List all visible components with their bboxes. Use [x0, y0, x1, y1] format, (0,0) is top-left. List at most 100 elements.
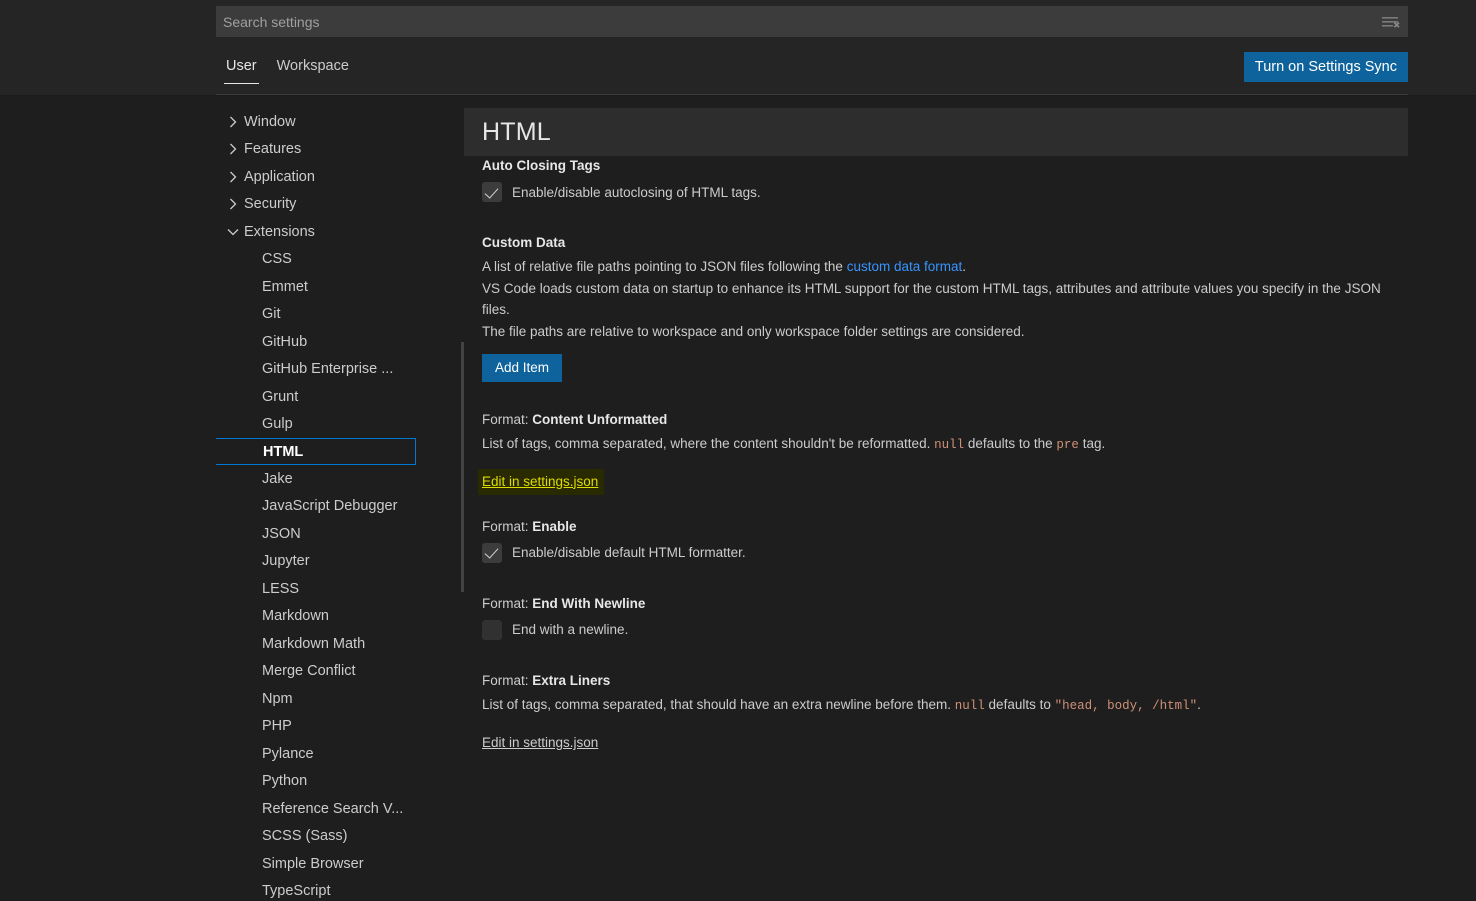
setting-category: Format: — [482, 672, 533, 688]
toc-group-security[interactable]: Security — [216, 191, 464, 219]
end-with-newline-checkbox-label: End with a newline. — [512, 622, 629, 637]
toc-item-github-enterprise[interactable]: GitHub Enterprise ... — [216, 356, 464, 384]
toc-item-javascript-debugger[interactable]: JavaScript Debugger — [216, 493, 464, 521]
toc-item-markdown-math[interactable]: Markdown Math — [216, 630, 464, 658]
edit-in-settings-json-link[interactable]: Edit in settings.json — [482, 733, 598, 753]
toc-item-label: GitHub — [262, 333, 308, 350]
toc-item-merge-conflict[interactable]: Merge Conflict — [216, 658, 464, 686]
tab-user[interactable]: User — [216, 48, 267, 84]
custom-data-desc-3: The file paths are relative to workspace… — [482, 323, 1025, 339]
toc-item-label: Grunt — [262, 388, 299, 405]
toc-group-features[interactable]: Features — [216, 136, 464, 164]
custom-data-format-link[interactable]: custom data format — [847, 259, 963, 274]
tab-workspace[interactable]: Workspace — [267, 48, 359, 84]
code-pre: pre — [1056, 438, 1079, 452]
end-with-newline-checkbox[interactable] — [482, 619, 502, 640]
toc-item-label: JSON — [262, 525, 301, 542]
tab-workspace-label: Workspace — [276, 58, 349, 74]
setting-category: Format: — [482, 518, 533, 534]
toc-item-label: Gulp — [262, 416, 293, 433]
toc-item-less[interactable]: LESS — [216, 575, 464, 603]
extra-liners-desc-c: . — [1197, 696, 1201, 712]
format-enable-checkbox-label: Enable/disable default HTML formatter. — [512, 545, 746, 560]
toc-item-label: LESS — [262, 580, 300, 597]
toc-item-json[interactable]: JSON — [216, 520, 464, 548]
toc-item-gulp[interactable]: Gulp — [216, 411, 464, 439]
setting-format-enable: Format: Enable Enable/disable default HT… — [464, 517, 1476, 566]
toc-item-grunt[interactable]: Grunt — [216, 383, 464, 411]
toc-item-reference-search-view[interactable]: Reference Search V... — [216, 795, 464, 823]
toc-item-label: Simple Browser — [262, 855, 364, 872]
setting-title: Format: Content Unformatted — [482, 410, 1476, 430]
toc-group-features-label: Features — [244, 141, 302, 158]
toc-item-label: Git — [262, 306, 281, 323]
auto-closing-tags-checkbox-label: Enable/disable autoclosing of HTML tags. — [512, 184, 761, 200]
custom-data-desc-2: VS Code loads custom data on startup to … — [482, 280, 1381, 318]
clear-filter-icon[interactable] — [1376, 8, 1404, 36]
toc-item-simple-browser[interactable]: Simple Browser — [216, 850, 464, 878]
content-unformatted-desc-c: tag. — [1078, 436, 1106, 451]
toc-item-pylance[interactable]: Pylance — [216, 740, 464, 768]
add-item-button[interactable]: Add Item — [482, 354, 563, 382]
setting-category: Format: — [482, 595, 533, 611]
toc-item-python[interactable]: Python — [216, 768, 464, 796]
toc-item-github[interactable]: GitHub — [216, 328, 464, 356]
setting-description: A list of relative file paths pointing t… — [482, 256, 1392, 342]
toc-item-html[interactable]: HTML — [216, 438, 416, 465]
toc-item-scss-sass[interactable]: SCSS (Sass) — [216, 823, 464, 851]
toc-item-markdown[interactable]: Markdown — [216, 603, 464, 631]
setting-description: List of tags, comma separated, where the… — [482, 433, 1392, 457]
setting-name: Content Unformatted — [532, 412, 668, 427]
toc-item-php[interactable]: PHP — [216, 713, 464, 741]
toc-item-label: Markdown Math — [262, 635, 366, 652]
code-null: null — [934, 438, 965, 452]
settings-body: Window Features Application Security Ext — [0, 96, 1476, 901]
format-enable-checkbox[interactable] — [482, 542, 502, 563]
setting-title: Custom Data — [482, 235, 566, 250]
toc-item-label: Python — [262, 773, 308, 790]
toc-item-label: Merge Conflict — [262, 663, 356, 680]
settings-header: User Workspace Turn on Settings Sync — [0, 0, 1476, 96]
code-default-tags: "head, body, /html" — [1054, 698, 1198, 713]
toc-item-label: CSS — [262, 251, 292, 268]
setting-title: Format: Enable — [482, 517, 1476, 537]
auto-closing-tags-checkbox[interactable] — [482, 182, 502, 202]
toc-group-security-label: Security — [244, 196, 297, 213]
toc-item-typescript[interactable]: TypeScript — [216, 878, 464, 901]
setting-custom-data: Custom Data A list of relative file path… — [464, 233, 1476, 382]
toc-item-label: TypeScript — [262, 883, 331, 900]
toc-item-emmet[interactable]: Emmet — [216, 273, 464, 301]
toc-item-label: Emmet — [262, 278, 308, 295]
toc-item-label: Jupyter — [262, 553, 310, 570]
content-unformatted-desc-a: List of tags, comma separated, where the… — [482, 436, 935, 451]
toc-item-jupyter[interactable]: Jupyter — [216, 548, 464, 576]
toc-group-application[interactable]: Application — [216, 163, 464, 191]
toc-group-window[interactable]: Window — [216, 108, 464, 136]
turn-on-settings-sync-button[interactable]: Turn on Settings Sync — [1243, 52, 1408, 82]
search-input[interactable] — [217, 7, 1376, 36]
toc-item-label: Jake — [262, 470, 293, 487]
setting-title: Auto Closing Tags — [482, 158, 601, 173]
toc-item-npm[interactable]: Npm — [216, 685, 464, 713]
search-settings-box[interactable] — [216, 6, 1408, 37]
toc-item-jake[interactable]: Jake — [216, 465, 464, 493]
toc-item-git[interactable]: Git — [216, 301, 464, 329]
toc-group-extensions[interactable]: Extensions — [216, 218, 464, 246]
chevron-right-icon — [224, 168, 242, 186]
tabs-divider — [216, 94, 1408, 95]
tab-user-label: User — [226, 58, 257, 74]
settings-toc[interactable]: Window Features Application Security Ext — [216, 96, 464, 901]
toc-item-label: SCSS (Sass) — [262, 828, 348, 845]
setting-title: Format: End With Newline — [482, 594, 1476, 614]
setting-format-extra-liners: Format: Extra Liners List of tags, comma… — [464, 671, 1476, 754]
chevron-right-icon — [224, 140, 242, 158]
toc-item-label: GitHub Enterprise ... — [262, 361, 394, 378]
edit-in-settings-json-link[interactable]: Edit in settings.json — [478, 468, 605, 495]
toc-item-css[interactable]: CSS — [216, 246, 464, 274]
